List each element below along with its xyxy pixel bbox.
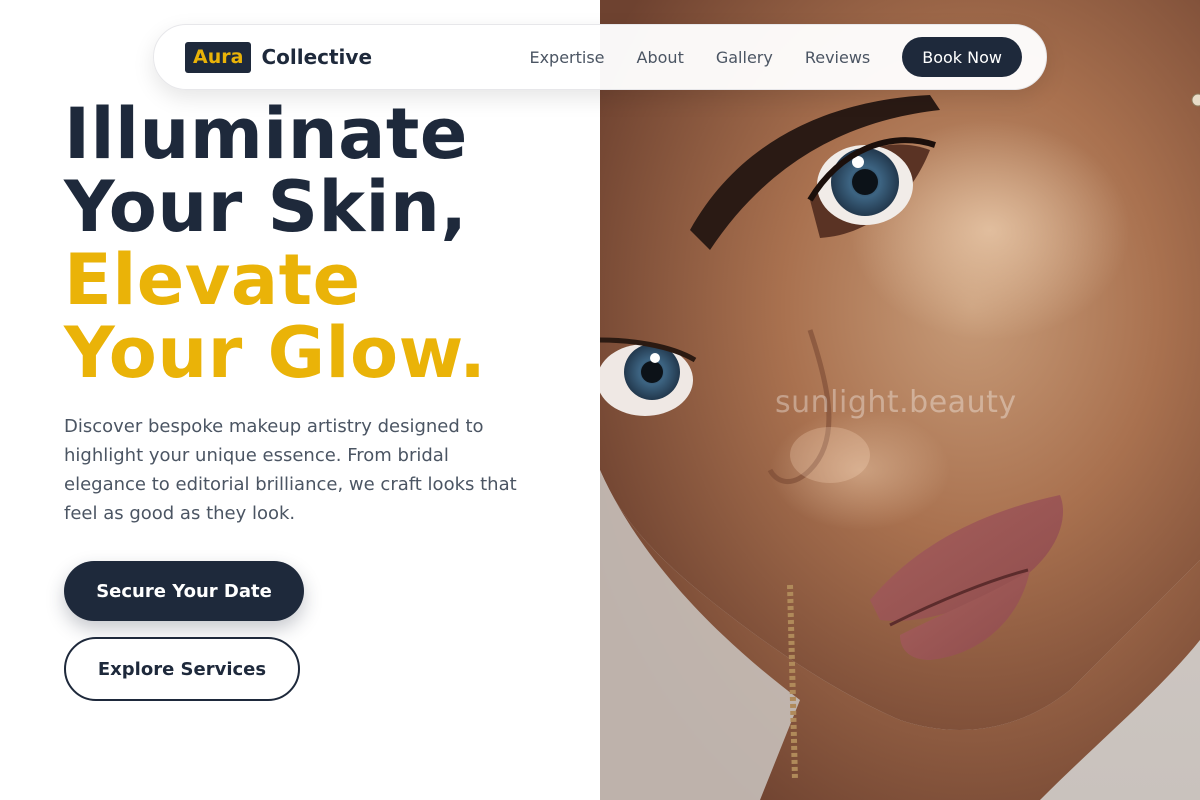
hero-description: Discover bespoke makeup artistry designe… — [64, 416, 517, 524]
nav-links: Expertise About Gallery Reviews Book Now — [529, 37, 1022, 77]
nav-link-about[interactable]: About — [637, 48, 684, 67]
image-watermark: sunlight.beauty — [775, 385, 1017, 420]
brand-name: Collective — [261, 45, 373, 69]
secure-your-date-button[interactable]: Secure Your Date — [64, 561, 304, 621]
headline-line-4: Your Glow. — [64, 312, 487, 394]
nav-link-reviews[interactable]: Reviews — [805, 48, 870, 67]
book-now-button[interactable]: Book Now — [902, 37, 1022, 77]
headline-line-1: Illuminate — [64, 93, 468, 175]
hero-portrait-image: sunlight.beauty — [600, 0, 1200, 800]
hero-headline: Illuminate Your Skin, Elevate Your Glow. — [64, 98, 584, 390]
headline-line-3: Elevate — [64, 239, 361, 321]
headline-line-2: Your Skin, — [64, 166, 468, 248]
top-navbar: Aura Collective Expertise About Gallery … — [153, 24, 1047, 90]
nav-link-expertise[interactable]: Expertise — [529, 48, 604, 67]
landing-page: sunlight.beauty Aura Collective Expertis… — [0, 0, 1200, 800]
brand-badge: Aura — [185, 41, 252, 73]
brand-logo[interactable]: Aura Collective — [185, 41, 373, 73]
explore-services-button[interactable]: Explore Services — [64, 637, 300, 701]
nav-link-gallery[interactable]: Gallery — [716, 48, 773, 67]
